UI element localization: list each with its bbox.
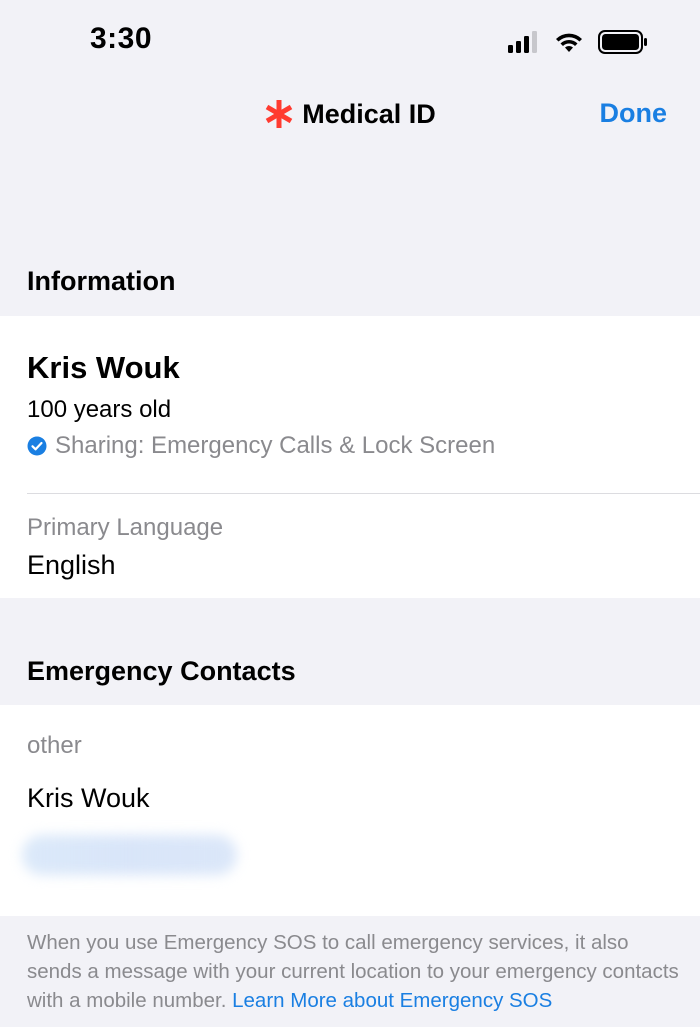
medical-star-icon	[265, 100, 293, 128]
redacted-phone-number	[22, 835, 237, 875]
done-button[interactable]: Done	[600, 98, 668, 129]
cellular-signal-icon	[508, 31, 537, 53]
status-bar: 3:30	[0, 0, 700, 84]
person-name: Kris Wouk	[27, 350, 180, 385]
sharing-status: Sharing: Emergency Calls & Lock Screen	[27, 432, 495, 460]
nav-title: Medical ID	[0, 98, 700, 130]
information-card: Kris Wouk 100 years old Sharing: Emergen…	[0, 316, 700, 598]
primary-language-value: English	[27, 550, 116, 580]
primary-language-label: Primary Language	[27, 514, 224, 541]
person-age: 100 years old	[27, 396, 172, 423]
divider	[27, 493, 700, 494]
information-section-header: Information	[27, 266, 176, 296]
footer-note: When you use Emergency SOS to call emerg…	[27, 928, 687, 1015]
nav-title-label: Medical ID	[302, 98, 436, 129]
checkmark-circle-icon	[27, 436, 47, 456]
contact-relationship: other	[27, 732, 82, 759]
status-time: 3:30	[90, 22, 153, 55]
status-icons	[508, 28, 648, 56]
battery-icon	[598, 30, 647, 54]
learn-more-link[interactable]: Learn More about Emergency SOS	[232, 989, 552, 1012]
emergency-contacts-card: other Kris Wouk	[0, 705, 700, 916]
wifi-icon	[556, 33, 582, 52]
emergency-contacts-section-header: Emergency Contacts	[27, 656, 296, 686]
navigation-bar: Medical ID Done	[0, 84, 700, 148]
sharing-status-label: Sharing: Emergency Calls & Lock Screen	[55, 432, 496, 459]
contact-name[interactable]: Kris Wouk	[27, 783, 150, 814]
